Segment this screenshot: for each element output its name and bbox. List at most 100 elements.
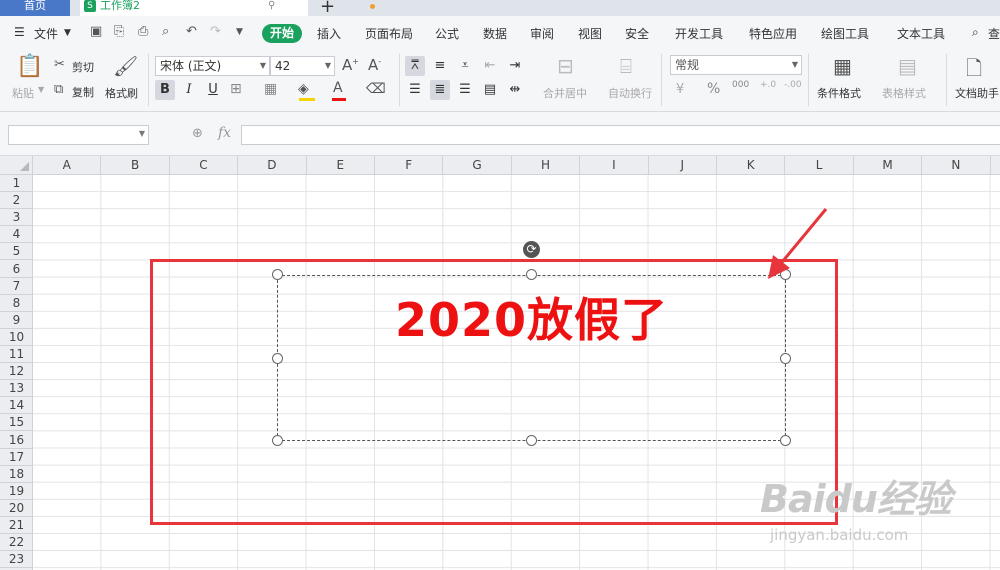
row-header[interactable]: 6	[0, 261, 33, 278]
resize-handle-left[interactable]	[272, 353, 283, 364]
select-all-button[interactable]	[0, 156, 33, 175]
row-header[interactable]: 18	[0, 466, 33, 483]
conditional-format-icon[interactable]: ▦	[833, 54, 852, 78]
menu-page-layout[interactable]: 页面布局	[365, 25, 413, 42]
currency-icon[interactable]: ¥	[676, 82, 684, 97]
font-size-select[interactable]: 42 ▼	[270, 56, 335, 76]
justify-icon[interactable]: ▤	[480, 80, 500, 100]
row-header[interactable]: 1	[0, 175, 33, 193]
resize-handle-bottom[interactable]	[526, 435, 537, 446]
underline-button[interactable]: U	[203, 80, 223, 100]
row-header[interactable]: 2	[0, 192, 33, 210]
table-style-button[interactable]: 表格样式	[882, 85, 926, 101]
column-header[interactable]: M	[854, 156, 923, 175]
zoom-icon[interactable]: ⊕	[192, 126, 203, 141]
customize-quick-access-icon[interactable]: ▼	[236, 27, 243, 37]
column-header[interactable]: G	[443, 156, 512, 175]
menu-developer[interactable]: 开发工具	[675, 25, 723, 42]
column-header[interactable]: E	[307, 156, 375, 175]
menu-search[interactable]: 查	[988, 25, 1000, 42]
menu-text-tools[interactable]: 文本工具	[897, 25, 945, 42]
merge-center-icon[interactable]: ⊟	[557, 54, 574, 78]
number-format-select[interactable]: 常规 ▼	[670, 55, 802, 75]
cut-button[interactable]: 剪切	[72, 59, 94, 75]
chevron-down-icon[interactable]: ▼	[64, 28, 71, 38]
italic-button[interactable]: I	[179, 80, 199, 100]
undo-icon[interactable]: ↶	[186, 24, 197, 39]
search-icon[interactable]: ⌕	[972, 25, 979, 40]
row-header[interactable]: 9	[0, 312, 33, 329]
row-header[interactable]: 8	[0, 295, 33, 312]
row-header[interactable]: 15	[0, 414, 33, 432]
table-style-icon[interactable]: ▤	[898, 54, 917, 78]
row-header[interactable]: 4	[0, 226, 33, 244]
resize-handle-right[interactable]	[780, 353, 791, 364]
resize-handle-bottom-left[interactable]	[272, 435, 283, 446]
row-header[interactable]: 16	[0, 432, 33, 449]
print-icon[interactable]: ⎙	[138, 24, 148, 39]
tab-start[interactable]: 开始	[262, 24, 302, 43]
row-header[interactable]: 5	[0, 243, 33, 261]
menu-special-apps[interactable]: 特色应用	[749, 25, 797, 42]
row-header[interactable]: 22	[0, 534, 33, 552]
row-header[interactable]: 13	[0, 380, 33, 398]
document-helper-icon[interactable]: 🗋	[966, 54, 982, 88]
row-header[interactable]: 23	[0, 551, 33, 569]
row-header[interactable]: 7	[0, 278, 33, 295]
distributed-icon[interactable]: ⇹	[505, 80, 525, 100]
font-name-select[interactable]: 宋体 (正文) ▼	[155, 56, 270, 76]
wrap-text-button[interactable]: 自动换行	[608, 85, 652, 101]
menu-insert[interactable]: 插入	[317, 25, 341, 42]
column-header[interactable]: F	[375, 156, 444, 175]
column-header[interactable]: L	[785, 156, 854, 175]
fill-color-icon[interactable]: ◈	[298, 81, 309, 97]
paste-chevron-icon[interactable]: ▼	[38, 85, 44, 94]
format-painter-button[interactable]: 格式刷	[105, 85, 138, 101]
export-icon[interactable]: ⎘	[114, 24, 124, 39]
percent-button[interactable]: %	[707, 81, 720, 97]
formula-input[interactable]	[241, 125, 1000, 145]
align-top-icon[interactable]: ⩞	[405, 56, 425, 76]
resize-handle-top[interactable]	[526, 269, 537, 280]
cell-style-icon[interactable]: ▦	[264, 81, 277, 97]
row-header[interactable]: 19	[0, 483, 33, 500]
column-header[interactable]: K	[717, 156, 786, 175]
row-header[interactable]: 17	[0, 449, 33, 466]
row-header[interactable]: 14	[0, 397, 33, 415]
resize-handle-top-left[interactable]	[272, 269, 283, 280]
pin-icon[interactable]: ⚲	[268, 0, 275, 12]
row-header[interactable]: 21	[0, 517, 33, 535]
column-header[interactable]: J	[649, 156, 717, 175]
border-icon[interactable]: ⊞	[230, 81, 242, 97]
menu-review[interactable]: 审阅	[530, 25, 554, 42]
copy-icon[interactable]: ⧉	[54, 82, 63, 97]
column-header[interactable]: A	[33, 156, 102, 175]
paste-icon[interactable]: 📋	[16, 54, 43, 79]
function-icon[interactable]: fx	[218, 125, 231, 141]
tab-workbook[interactable]: S 工作簿2 ⚲	[80, 0, 375, 16]
menu-view[interactable]: 视图	[578, 25, 602, 42]
eraser-icon[interactable]: ⌫	[366, 81, 386, 97]
align-middle-icon[interactable]: ≡	[430, 56, 450, 76]
save-icon[interactable]: ▣	[90, 24, 102, 39]
decrease-font-icon[interactable]: A-	[368, 56, 381, 74]
row-header[interactable]: 10	[0, 329, 33, 346]
conditional-format-button[interactable]: 条件格式	[817, 85, 861, 101]
new-tab-button[interactable]: +	[320, 0, 335, 17]
increase-decimal-icon[interactable]: +.0	[760, 80, 776, 90]
bold-button[interactable]: B	[155, 80, 175, 100]
format-painter-icon[interactable]: 🖌	[113, 54, 138, 78]
resize-handle-bottom-right[interactable]	[780, 435, 791, 446]
tab-home[interactable]: 首页	[0, 0, 70, 16]
column-header[interactable]: N	[922, 156, 991, 175]
text-box-content[interactable]: 2020放假了	[278, 284, 785, 350]
menu-security[interactable]: 安全	[625, 25, 649, 42]
font-color-icon[interactable]: A	[333, 80, 343, 96]
copy-button[interactable]: 复制	[72, 84, 94, 100]
menu-icon[interactable]: ☰	[14, 25, 25, 39]
increase-indent-icon[interactable]: ⇥	[505, 56, 525, 76]
scissors-icon[interactable]: ✂	[54, 57, 65, 72]
paste-label[interactable]: 粘贴	[12, 85, 34, 101]
align-left-icon[interactable]: ☰	[405, 80, 425, 100]
row-header[interactable]: 20	[0, 500, 33, 517]
